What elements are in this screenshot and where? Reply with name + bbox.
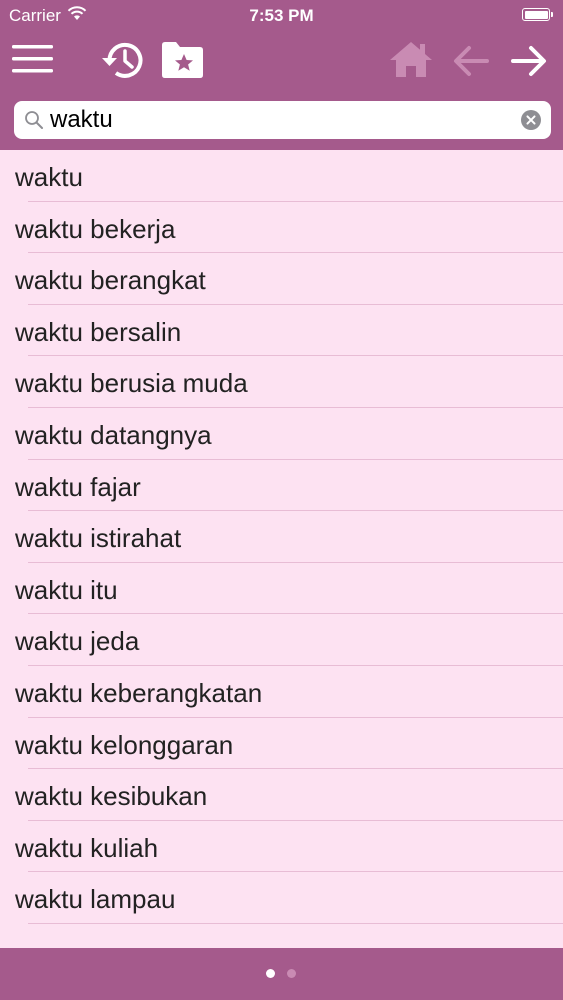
- page-dot-active[interactable]: [266, 969, 275, 978]
- menu-icon[interactable]: [12, 44, 54, 74]
- list-item-label: waktu: [15, 162, 83, 192]
- list-item-label: waktu jeda: [15, 626, 140, 657]
- list-item-label: waktu bekerja: [15, 213, 176, 244]
- list-item-label: waktu berangkat: [15, 265, 206, 296]
- forward-arrow-icon[interactable]: [510, 44, 548, 78]
- home-icon[interactable]: [388, 39, 434, 81]
- list-item-label: waktu bersalin: [15, 316, 182, 347]
- history-icon[interactable]: [100, 39, 146, 81]
- list-item-label: waktu fajar: [15, 471, 141, 502]
- list-item[interactable]: waktu kuliah: [0, 821, 563, 873]
- back-arrow-icon[interactable]: [452, 44, 490, 78]
- list-item[interactable]: waktu bersalin: [0, 305, 563, 357]
- list-item[interactable]: waktu berangkat: [0, 253, 563, 305]
- page-dot[interactable]: [287, 969, 296, 978]
- list-item[interactable]: waktu istirahat: [0, 511, 563, 563]
- list-item-label: waktu datangnya: [15, 419, 212, 450]
- list-item[interactable]: waktu kelonggaran: [0, 718, 563, 770]
- list-item-label: waktu lampau: [15, 884, 176, 915]
- list-item[interactable]: waktu bekerja: [0, 202, 563, 254]
- list-item[interactable]: waktu berusia muda: [0, 356, 563, 408]
- list-item[interactable]: waktu kesibukan: [0, 769, 563, 821]
- toolbar: [0, 30, 563, 150]
- battery-icon: [522, 8, 553, 21]
- list-item[interactable]: waktu datangnya: [0, 408, 563, 460]
- search-input[interactable]: [50, 103, 520, 137]
- list-item[interactable]: waktu itu: [0, 563, 563, 615]
- search-bar: [14, 101, 551, 139]
- favorites-folder-icon[interactable]: [160, 39, 206, 81]
- results-list: waktu waktu bekerja waktu berangkat wakt…: [0, 150, 563, 948]
- list-item-label: waktu istirahat: [15, 523, 182, 554]
- clock: 7:53 PM: [249, 6, 314, 25]
- page-indicator-bar: [0, 948, 563, 1000]
- list-item[interactable]: waktu lampau: [0, 872, 563, 924]
- list-item-label: waktu itu: [15, 574, 118, 605]
- list-item[interactable]: waktu jeda: [0, 614, 563, 666]
- list-item[interactable]: waktu keberangkatan: [0, 666, 563, 718]
- list-item[interactable]: waktu: [0, 150, 563, 202]
- status-bar: Carrier 7:53 PM: [0, 0, 563, 30]
- clear-search-icon[interactable]: [521, 110, 541, 130]
- search-icon: [25, 111, 43, 129]
- list-item-label: waktu kuliah: [15, 832, 159, 863]
- list-item-label: waktu berusia muda: [15, 368, 248, 399]
- list-item-label: waktu kesibukan: [15, 781, 208, 812]
- list-item-label: waktu kelonggaran: [15, 729, 234, 760]
- list-item-label: waktu keberangkatan: [15, 677, 263, 708]
- list-item[interactable]: waktu fajar: [0, 460, 563, 512]
